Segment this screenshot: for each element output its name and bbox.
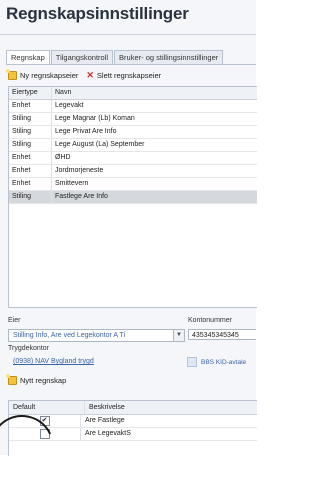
cell-name: Smittevern [55,180,89,187]
page-title: Regnskapsinnstillinger [6,4,189,23]
cell-description[interactable]: Are LegevaktS [81,428,257,440]
column-header-navn[interactable]: Navn [52,87,257,99]
cell-description: Are Fastlege [85,417,125,424]
account-number-label: Kontonummer [188,317,232,324]
tab-regnskap[interactable]: Regnskap [6,50,50,65]
table-row[interactable]: Enhet ØHD [9,152,257,165]
cell-name: Lege August (La) September [55,141,145,148]
owners-table-header: Eiertype Navn [9,87,257,100]
chevron-down-icon[interactable]: ▼ [173,330,184,341]
table-row-selected[interactable]: Stiling Fastlege Are Info [9,191,257,204]
column-header-beskrivelse[interactable]: Beskrivelse [85,401,257,414]
delete-icon: ✕ [86,69,94,80]
cell-name: Fastlege Are Info [55,193,108,200]
new-icon [6,68,17,80]
table-row[interactable]: Enhet Legevakt [9,100,257,113]
cell-type: Stiling [9,139,52,151]
table-row[interactable]: Enhet Jordmorjeneste [9,165,257,178]
settings-window: Regnskapsinnstillinger Regnskap Tilgangs… [0,0,257,488]
new-icon [6,374,17,385]
cell-type: Stiling [9,126,52,138]
kid-agreement-label: BBS KID-avtale [201,358,247,366]
column-header-default[interactable]: Default [9,401,85,414]
kid-agreement-checkbox[interactable] [187,357,197,367]
owner-select[interactable]: Stilling Info, Are ved Legekontor A Ti ▼ [8,329,185,342]
tabpanel-border [6,64,256,65]
tab-bruker-stilling[interactable]: Bruker- og stillingsinnstillinger [114,50,224,64]
account-number-field[interactable]: 435345345345 [188,329,256,340]
cell-name: Legevakt [55,102,84,109]
account-toolbar: Nytt regnskap [6,374,74,385]
trygd-label: Trygdekontor [8,345,49,352]
kid-agreement-checkbox-row[interactable]: BBS KID-avtale [187,357,246,367]
new-owner-label: Ny regnskapseier [20,70,79,80]
cell-type: Stiling [9,191,52,203]
cell-type: Stiling [9,113,52,125]
accounts-table-header: Default Beskrivelse [9,401,257,415]
tab-tilgangskontroll[interactable]: Tilgangskontroll [50,50,114,64]
new-account-label: Nytt regnskap [20,376,67,385]
owner-select-value: Stilling Info, Are ved Legekontor A Ti [13,332,126,339]
owner-label: Eier [8,317,21,324]
owners-table: Eiertype Navn Enhet Legevakt Stiling Leg… [8,86,257,308]
column-header-eiertype[interactable]: Eiertype [9,87,52,99]
delete-owner-label: Slett regnskapseier [96,70,162,80]
cell-name: ØHD [55,154,71,161]
cell-type: Enhet [9,100,52,112]
table-row[interactable]: Stiling Lege Privat Are Info [9,126,257,139]
new-owner-button[interactable]: Ny regnskapseier [6,68,79,80]
cell-name: Jordmorjeneste [55,167,104,174]
cell-name: Lege Privat Are Info [55,128,117,135]
cell-type: Enhet [9,165,52,177]
table-row[interactable]: Stiling Lege August (La) September [9,139,257,152]
delete-owner-button[interactable]: ✕ Slett regnskapseier [86,69,162,80]
cell-type: Enhet [9,152,52,164]
trygd-link[interactable]: (0938) NAV Bygland trygd [13,358,94,365]
new-account-button[interactable]: Nytt regnskap [6,374,67,385]
cell-type: Enhet [9,178,52,190]
cell-name: Lege Magnar (Lb) Koman [55,115,135,122]
owner-toolbar: Ny regnskapseier ✕ Slett regnskapseier [6,68,169,81]
tab-bar: Regnskap Tilgangskontroll Bruker- og sti… [6,50,224,65]
table-row[interactable]: Enhet Smittevern [9,178,257,191]
title-divider [0,34,256,35]
table-row[interactable]: Stiling Lege Magnar (Lb) Koman [9,113,257,126]
